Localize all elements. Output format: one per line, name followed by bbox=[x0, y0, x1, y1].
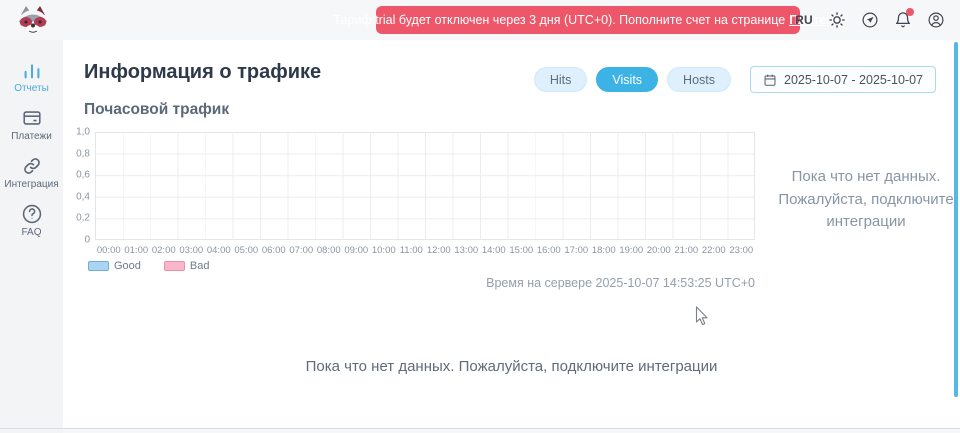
theme-icon[interactable] bbox=[828, 11, 846, 29]
topbar-actions: RU bbox=[795, 0, 945, 40]
x-axis-tick: 07:00 bbox=[288, 245, 316, 256]
date-range-value: 2025-10-07 - 2025-10-07 bbox=[784, 73, 923, 87]
main-content: Информация о трафике Hits Visits Hosts 202… bbox=[63, 40, 960, 428]
x-axis-tick: 05:00 bbox=[233, 245, 261, 256]
x-axis-tick: 04:00 bbox=[205, 245, 233, 256]
sidebar-item-label: Отчеты bbox=[14, 83, 49, 94]
legend-item-bad: Bad bbox=[164, 260, 210, 272]
calendar-icon bbox=[763, 73, 777, 87]
language-selector[interactable]: RU bbox=[795, 13, 813, 27]
sidebar-nav: Отчеты Платежи Интеграция FAQ bbox=[0, 59, 63, 238]
x-axis-tick: 08:00 bbox=[315, 245, 343, 256]
x-axis-tick: 17:00 bbox=[563, 245, 591, 256]
legend-swatch bbox=[164, 261, 185, 271]
legend-label: Good bbox=[114, 260, 141, 272]
payments-icon bbox=[21, 107, 43, 129]
y-axis-tick: 0,6 bbox=[76, 170, 90, 181]
raccoon-logo[interactable] bbox=[13, 4, 53, 36]
topbar: Тариф trial будет отключен через 3 дня (… bbox=[0, 0, 960, 40]
y-axis-tick: 0,2 bbox=[76, 213, 90, 224]
bell-icon[interactable] bbox=[894, 11, 912, 29]
x-axis-tick: 15:00 bbox=[508, 245, 536, 256]
x-axis-tick: 14:00 bbox=[480, 245, 508, 256]
integration-icon bbox=[21, 155, 43, 177]
header-controls: Hits Visits Hosts 2025-10-07 - 2025-10-07 bbox=[534, 66, 936, 93]
sidebar-item-label: Интеграция bbox=[4, 179, 58, 190]
date-range-picker[interactable]: 2025-10-07 - 2025-10-07 bbox=[750, 66, 936, 93]
chart-x-axis: 00:0001:0002:0003:0004:0005:0006:0007:00… bbox=[95, 245, 755, 256]
x-axis-tick: 10:00 bbox=[370, 245, 398, 256]
bottom-divider bbox=[0, 428, 960, 429]
x-axis-tick: 01:00 bbox=[123, 245, 151, 256]
telegram-icon[interactable] bbox=[861, 11, 879, 29]
sidebar: Отчеты Платежи Интеграция FAQ bbox=[0, 40, 63, 433]
trial-banner: Тариф trial будет отключен через 3 дня (… bbox=[376, 6, 800, 34]
x-axis-tick: 19:00 bbox=[618, 245, 646, 256]
x-axis-tick: 20:00 bbox=[645, 245, 673, 256]
trial-banner-text: Тариф trial будет отключен через 3 дня (… bbox=[333, 13, 785, 27]
legend-swatch bbox=[88, 261, 109, 271]
x-axis-tick: 12:00 bbox=[425, 245, 453, 256]
y-axis-tick: 1,0 bbox=[76, 127, 90, 138]
tab-hits[interactable]: Hits bbox=[534, 67, 588, 92]
chart-empty-state: Пока что нет данных. Пожалуйста, подключ… bbox=[763, 166, 960, 234]
scrollbar-thumb[interactable] bbox=[954, 42, 958, 397]
legend-label: Bad bbox=[190, 260, 210, 272]
sidebar-item-integration[interactable]: Интеграция bbox=[0, 155, 63, 190]
y-axis-tick: 0,8 bbox=[76, 148, 90, 159]
x-axis-tick: 02:00 bbox=[150, 245, 178, 256]
chart-title: Почасовой трафик bbox=[84, 101, 229, 119]
x-axis-tick: 22:00 bbox=[700, 245, 728, 256]
chart-legend: Good Bad bbox=[88, 260, 210, 272]
page-title: Информация о трафике bbox=[84, 61, 321, 84]
faq-icon bbox=[21, 203, 43, 225]
sidebar-item-reports[interactable]: Отчеты bbox=[0, 59, 63, 94]
legend-item-good: Good bbox=[88, 260, 141, 272]
tab-visits[interactable]: Visits bbox=[596, 67, 658, 92]
x-axis-tick: 06:00 bbox=[260, 245, 288, 256]
sidebar-item-label: Платежи bbox=[11, 131, 52, 142]
y-axis-tick: 0 bbox=[84, 235, 90, 246]
sidebar-item-faq[interactable]: FAQ bbox=[0, 203, 63, 238]
x-axis-tick: 21:00 bbox=[673, 245, 701, 256]
x-axis-tick: 13:00 bbox=[453, 245, 481, 256]
chart-y-axis: 1,00,80,60,40,20 bbox=[63, 132, 90, 240]
sidebar-item-payments[interactable]: Платежи bbox=[0, 107, 63, 142]
y-axis-tick: 0,4 bbox=[76, 191, 90, 202]
metric-tabs: Hits Visits Hosts bbox=[534, 67, 731, 92]
bottom-empty-state: Пока что нет данных. Пожалуйста, подключ… bbox=[63, 358, 960, 375]
sidebar-item-label: FAQ bbox=[21, 227, 41, 238]
x-axis-tick: 03:00 bbox=[178, 245, 206, 256]
x-axis-tick: 18:00 bbox=[590, 245, 618, 256]
x-axis-tick: 16:00 bbox=[535, 245, 563, 256]
chart-plot-area bbox=[95, 132, 755, 240]
app-window: Тариф trial будет отключен через 3 дня (… bbox=[0, 0, 960, 433]
reports-icon bbox=[21, 59, 43, 81]
profile-icon[interactable] bbox=[927, 11, 945, 29]
server-time: Время на сервере 2025-10-07 14:53:25 UTC… bbox=[95, 276, 755, 290]
x-axis-tick: 00:00 bbox=[95, 245, 123, 256]
tab-hosts[interactable]: Hosts bbox=[667, 67, 731, 92]
x-axis-tick: 11:00 bbox=[398, 245, 426, 256]
x-axis-tick: 23:00 bbox=[728, 245, 756, 256]
notification-badge bbox=[906, 8, 914, 16]
x-axis-tick: 09:00 bbox=[343, 245, 371, 256]
